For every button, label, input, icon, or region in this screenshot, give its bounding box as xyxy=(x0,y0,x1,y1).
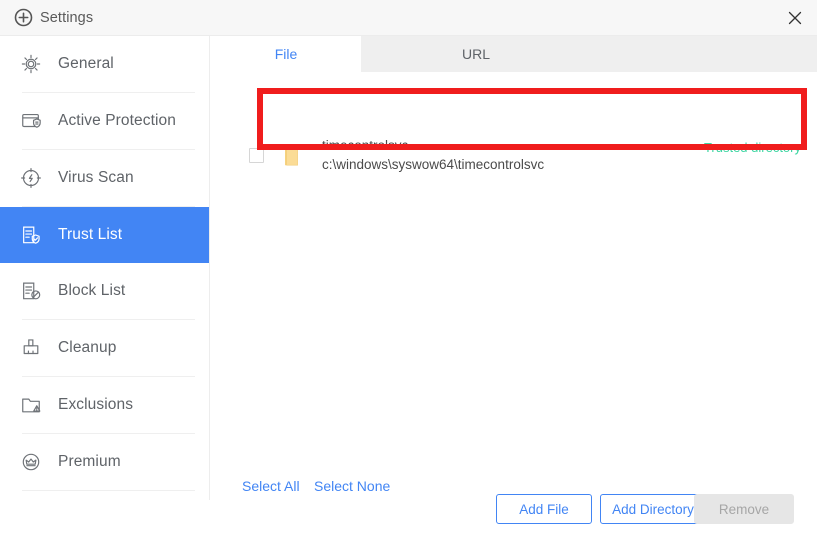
title-bar-left: Settings xyxy=(0,8,93,27)
sidebar-item-label: Exclusions xyxy=(58,396,134,413)
add-directory-button[interactable]: Add Directory xyxy=(600,494,706,524)
select-all-link[interactable]: Select All xyxy=(242,478,300,494)
tab-bar: File URL xyxy=(211,36,817,72)
tab-file[interactable]: File xyxy=(211,36,361,72)
crown-circle-icon xyxy=(18,449,44,475)
sidebar-item-label: Premium xyxy=(58,453,121,470)
gear-icon xyxy=(18,51,44,77)
sidebar: General Active Protection Virus Scan Tru… xyxy=(0,36,210,500)
sidebar-item-label: Trust List xyxy=(58,226,123,243)
shield-window-icon xyxy=(18,108,44,134)
close-button[interactable] xyxy=(773,0,817,35)
row-text-group: timecontrolsvc c:\windows\syswow64\timec… xyxy=(322,138,544,173)
settings-window: Settings General Active Protection Virus… xyxy=(0,0,817,536)
window-title: Settings xyxy=(40,9,94,26)
folder-icon xyxy=(280,140,306,170)
status-badge: Trusted directory xyxy=(703,140,801,155)
title-bar: Settings xyxy=(0,0,817,36)
sidebar-item-label: Block List xyxy=(58,282,126,299)
add-file-button[interactable]: Add File xyxy=(496,494,592,524)
close-icon xyxy=(788,11,802,24)
row-path: c:\windows\syswow64\timecontrolsvc xyxy=(322,156,545,172)
broom-icon xyxy=(18,335,44,361)
sidebar-item-virus-scan[interactable]: Virus Scan xyxy=(0,150,209,206)
sidebar-item-block-list[interactable]: Block List xyxy=(0,263,209,319)
sidebar-item-trust-list[interactable]: Trust List xyxy=(0,207,209,263)
trust-list: timecontrolsvc c:\windows\syswow64\timec… xyxy=(211,72,817,464)
sidebar-item-label: Cleanup xyxy=(58,339,117,356)
select-none-link[interactable]: Select None xyxy=(314,478,390,494)
sidebar-divider xyxy=(22,490,195,491)
footer-toolbar: Select All Select None Add File Add Dire… xyxy=(211,464,817,536)
remove-button: Remove xyxy=(694,494,794,524)
tab-url[interactable]: URL xyxy=(361,36,817,72)
circle-plus-icon xyxy=(14,8,33,27)
scan-target-icon xyxy=(18,165,44,191)
sidebar-item-label: Active Protection xyxy=(58,112,177,129)
sidebar-item-active-protection[interactable]: Active Protection xyxy=(0,93,209,149)
sidebar-item-label: Virus Scan xyxy=(58,169,134,186)
row-checkbox[interactable] xyxy=(249,147,264,163)
document-block-icon xyxy=(18,278,44,304)
sidebar-item-exclusions[interactable]: Exclusions xyxy=(0,377,209,433)
content-panel: File URL timecontrolsvc c:\windows\syswo… xyxy=(211,36,817,536)
sidebar-item-cleanup[interactable]: Cleanup xyxy=(0,320,209,376)
row-name: timecontrolsvc xyxy=(322,137,409,153)
sidebar-item-label: General xyxy=(58,55,114,72)
sidebar-item-premium[interactable]: Premium xyxy=(0,434,209,490)
document-check-icon xyxy=(18,222,44,248)
folder-warning-icon xyxy=(18,392,44,418)
table-row[interactable]: timecontrolsvc c:\windows\syswow64\timec… xyxy=(211,126,817,184)
sidebar-item-general[interactable]: General xyxy=(0,36,209,92)
